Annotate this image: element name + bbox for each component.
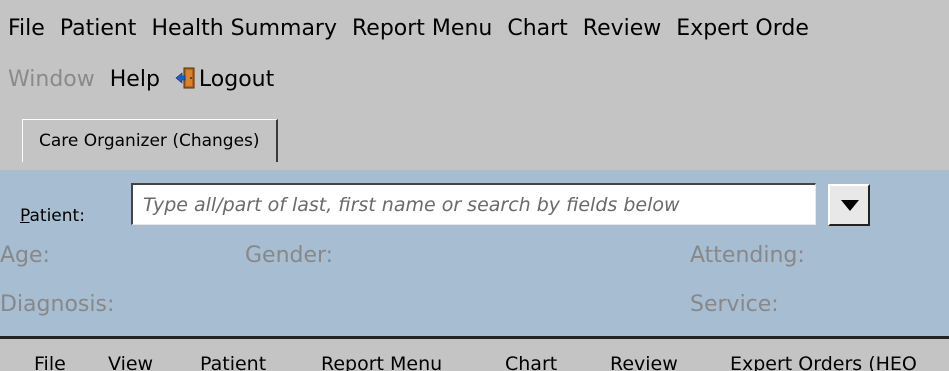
service-label: Service: [690, 292, 779, 317]
menu-help[interactable]: Help [110, 67, 160, 92]
secondary-menu-expert-orders[interactable]: Expert Orders (HEO [730, 353, 917, 371]
triangle-down-icon [841, 200, 859, 211]
gender-label: Gender: [245, 243, 334, 268]
patient-label-accelerator: P [20, 206, 30, 226]
menu-bar: File Patient Health Summary Report Menu Char… [0, 0, 949, 110]
menu-health-summary[interactable]: Health Summary [151, 16, 337, 41]
patient-label: Patient: [20, 206, 85, 226]
secondary-menu-view[interactable]: View [108, 353, 153, 371]
menu-file[interactable]: File [8, 16, 45, 41]
menu-report-menu[interactable]: Report Menu [352, 16, 492, 41]
menu-expert-orders[interactable]: Expert Orde [676, 16, 809, 41]
menu-patient[interactable]: Patient [60, 16, 137, 41]
diagnosis-label: Diagnosis: [0, 292, 115, 317]
tab-care-organizer[interactable]: Care Organizer (Changes) [22, 119, 278, 162]
menu-logout[interactable]: Logout [175, 66, 274, 92]
patient-search-input[interactable] [131, 183, 816, 225]
door-exit-icon [175, 67, 195, 89]
logout-label: Logout [198, 67, 275, 92]
menu-row-1: File Patient Health Summary Report Menu Char… [8, 16, 824, 41]
patient-panel: Patient: [0, 170, 949, 336]
secondary-menu-chart[interactable]: Chart [505, 353, 557, 371]
menu-window[interactable]: Window [8, 67, 95, 92]
patient-label-text: atient: [29, 206, 85, 226]
menu-chart[interactable]: Chart [507, 16, 567, 41]
patient-dropdown-button[interactable] [828, 184, 870, 226]
tab-strip: Care Organizer (Changes) [0, 110, 949, 170]
secondary-menu-review[interactable]: Review [610, 353, 678, 371]
age-label: Age: [0, 243, 50, 268]
secondary-menu-patient[interactable]: Patient [200, 353, 266, 371]
secondary-menu-report-menu[interactable]: Report Menu [321, 353, 442, 371]
attending-label: Attending: [690, 243, 805, 268]
secondary-menu-file[interactable]: File [34, 353, 66, 371]
menu-review[interactable]: Review [583, 16, 662, 41]
menu-row-2: Window Help Logout [8, 66, 289, 92]
secondary-menu-bar: File View Patient Report Menu Chart Revi… [0, 339, 949, 371]
